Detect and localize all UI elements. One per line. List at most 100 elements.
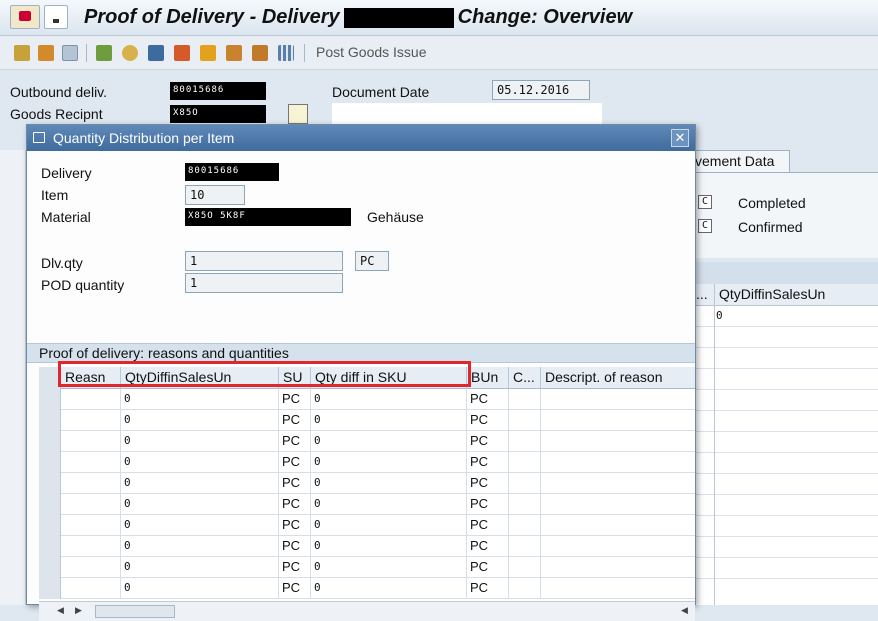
scroll-thumb[interactable] xyxy=(95,605,175,618)
descript-cell[interactable] xyxy=(541,536,695,557)
row-selector[interactable] xyxy=(39,431,61,452)
dlv-qty-field[interactable]: 1 xyxy=(185,251,343,271)
c-cell[interactable] xyxy=(509,557,541,578)
qtydiff-sku-cell[interactable]: 0 xyxy=(311,578,467,599)
col-c[interactable]: C... xyxy=(509,367,541,389)
c-cell[interactable] xyxy=(509,536,541,557)
row-selector[interactable] xyxy=(39,452,61,473)
row-selector[interactable] xyxy=(39,494,61,515)
reasn-cell[interactable] xyxy=(61,389,121,410)
dlv-qty-unit-field[interactable]: PC xyxy=(355,251,389,271)
goods-movement-icon[interactable] xyxy=(96,45,112,61)
qtydiff-sku-cell[interactable]: 0 xyxy=(311,473,467,494)
row-selector[interactable] xyxy=(39,515,61,536)
qtydiff-sku-cell[interactable]: 0 xyxy=(311,515,467,536)
copy-icon[interactable] xyxy=(38,45,54,61)
item-field[interactable]: 10 xyxy=(185,185,245,205)
qtydiff-sales-cell[interactable]: 0 xyxy=(121,410,279,431)
qtydiff-sales-cell[interactable]: 0 xyxy=(121,389,279,410)
su-cell[interactable]: PC xyxy=(279,536,311,557)
qtydiff-sku-cell[interactable]: 0 xyxy=(311,452,467,473)
reasn-cell[interactable] xyxy=(61,515,121,536)
col-descript[interactable]: Descript. of reason xyxy=(541,367,695,389)
col-bun[interactable]: BUn xyxy=(467,367,509,389)
col-ellipsis-header[interactable]: ... xyxy=(696,284,708,304)
row-selector[interactable] xyxy=(39,536,61,557)
row-selector[interactable] xyxy=(39,578,61,599)
table-row[interactable]: 0 PC 0 PC xyxy=(39,452,695,473)
display-change-icon[interactable] xyxy=(14,45,30,61)
table-row[interactable]: 0 PC 0 PC xyxy=(39,494,695,515)
bun-cell[interactable]: PC xyxy=(467,536,509,557)
row-selector[interactable] xyxy=(39,410,61,431)
su-cell[interactable]: PC xyxy=(279,410,311,431)
descript-cell[interactable] xyxy=(541,452,695,473)
grid-icon[interactable] xyxy=(278,45,294,61)
reasn-cell[interactable] xyxy=(61,473,121,494)
freight-icon[interactable] xyxy=(200,45,216,61)
descript-cell[interactable] xyxy=(541,557,695,578)
table-row[interactable]: 0 PC 0 PC xyxy=(39,515,695,536)
table-row[interactable]: 0 PC 0 PC xyxy=(39,473,695,494)
qtydiff-sales-cell[interactable]: 0 xyxy=(121,578,279,599)
qtydiff-sales-cell[interactable]: 0 xyxy=(121,452,279,473)
qtydiff-sku-cell[interactable]: 0 xyxy=(311,536,467,557)
reasn-cell[interactable] xyxy=(61,536,121,557)
dialog-close-button[interactable]: ✕ xyxy=(671,129,689,147)
dates-icon[interactable] xyxy=(252,45,268,61)
qtydiff-sales-cell[interactable]: 0 xyxy=(121,536,279,557)
bun-cell[interactable]: PC xyxy=(467,557,509,578)
qtydiff-sku-cell[interactable]: 0 xyxy=(311,431,467,452)
descript-cell[interactable] xyxy=(541,494,695,515)
row-selector[interactable] xyxy=(39,389,61,410)
c-cell[interactable] xyxy=(509,410,541,431)
bun-cell[interactable]: PC xyxy=(467,389,509,410)
table-row[interactable]: 0 PC 0 PC xyxy=(39,431,695,452)
status-icon[interactable] xyxy=(174,45,190,61)
bun-cell[interactable]: PC xyxy=(467,578,509,599)
su-cell[interactable]: PC xyxy=(279,389,311,410)
su-cell[interactable]: PC xyxy=(279,494,311,515)
bun-cell[interactable]: PC xyxy=(467,494,509,515)
bun-cell[interactable]: PC xyxy=(467,473,509,494)
output-icon[interactable] xyxy=(226,45,242,61)
su-cell[interactable]: PC xyxy=(279,431,311,452)
descript-cell[interactable] xyxy=(541,515,695,536)
qtydiff-sales-cell[interactable]: 0 xyxy=(121,473,279,494)
print-icon[interactable] xyxy=(148,45,164,61)
partner-icon[interactable] xyxy=(122,45,138,61)
pod-qty-field[interactable]: 1 xyxy=(185,273,343,293)
tab-goods-movement-data[interactable]: vement Data xyxy=(684,150,790,172)
outbound-deliv-field[interactable]: 80015686 xyxy=(170,82,266,100)
qtydiff-sales-cell[interactable]: 0 xyxy=(121,557,279,578)
menu-icon[interactable] xyxy=(44,5,68,29)
su-cell[interactable]: PC xyxy=(279,557,311,578)
reasn-cell[interactable] xyxy=(61,431,121,452)
descript-cell[interactable] xyxy=(541,431,695,452)
descript-cell[interactable] xyxy=(541,389,695,410)
reasn-cell[interactable] xyxy=(61,410,121,431)
qtydiff-sku-cell[interactable]: 0 xyxy=(311,410,467,431)
scroll-left-icon[interactable]: ◀ xyxy=(57,605,64,616)
bun-cell[interactable]: PC xyxy=(467,515,509,536)
table-row[interactable]: 0 PC 0 PC xyxy=(39,578,695,599)
delete-icon[interactable] xyxy=(62,45,78,61)
notes-icon[interactable] xyxy=(288,104,308,124)
post-goods-issue-button[interactable]: Post Goods Issue xyxy=(316,44,427,60)
goods-recipient-field[interactable]: X85O xyxy=(170,105,266,123)
sap-logo-icon[interactable] xyxy=(10,5,40,29)
qtydiff-sales-cell[interactable]: 0 xyxy=(121,494,279,515)
scroll-end-icon[interactable]: ◀ xyxy=(681,605,688,616)
material-field[interactable]: X85O 5K8F xyxy=(185,208,351,226)
delivery-field[interactable]: 80015686 xyxy=(185,163,279,181)
su-cell[interactable]: PC xyxy=(279,452,311,473)
reasn-cell[interactable] xyxy=(61,494,121,515)
qtydiff-sku-cell[interactable]: 0 xyxy=(311,557,467,578)
c-cell[interactable] xyxy=(509,515,541,536)
reasn-cell[interactable] xyxy=(61,578,121,599)
document-date-field[interactable]: 05.12.2016 xyxy=(492,80,590,100)
c-cell[interactable] xyxy=(509,494,541,515)
c-cell[interactable] xyxy=(509,452,541,473)
su-cell[interactable]: PC xyxy=(279,515,311,536)
scroll-right-icon[interactable]: ▶ xyxy=(75,605,82,616)
